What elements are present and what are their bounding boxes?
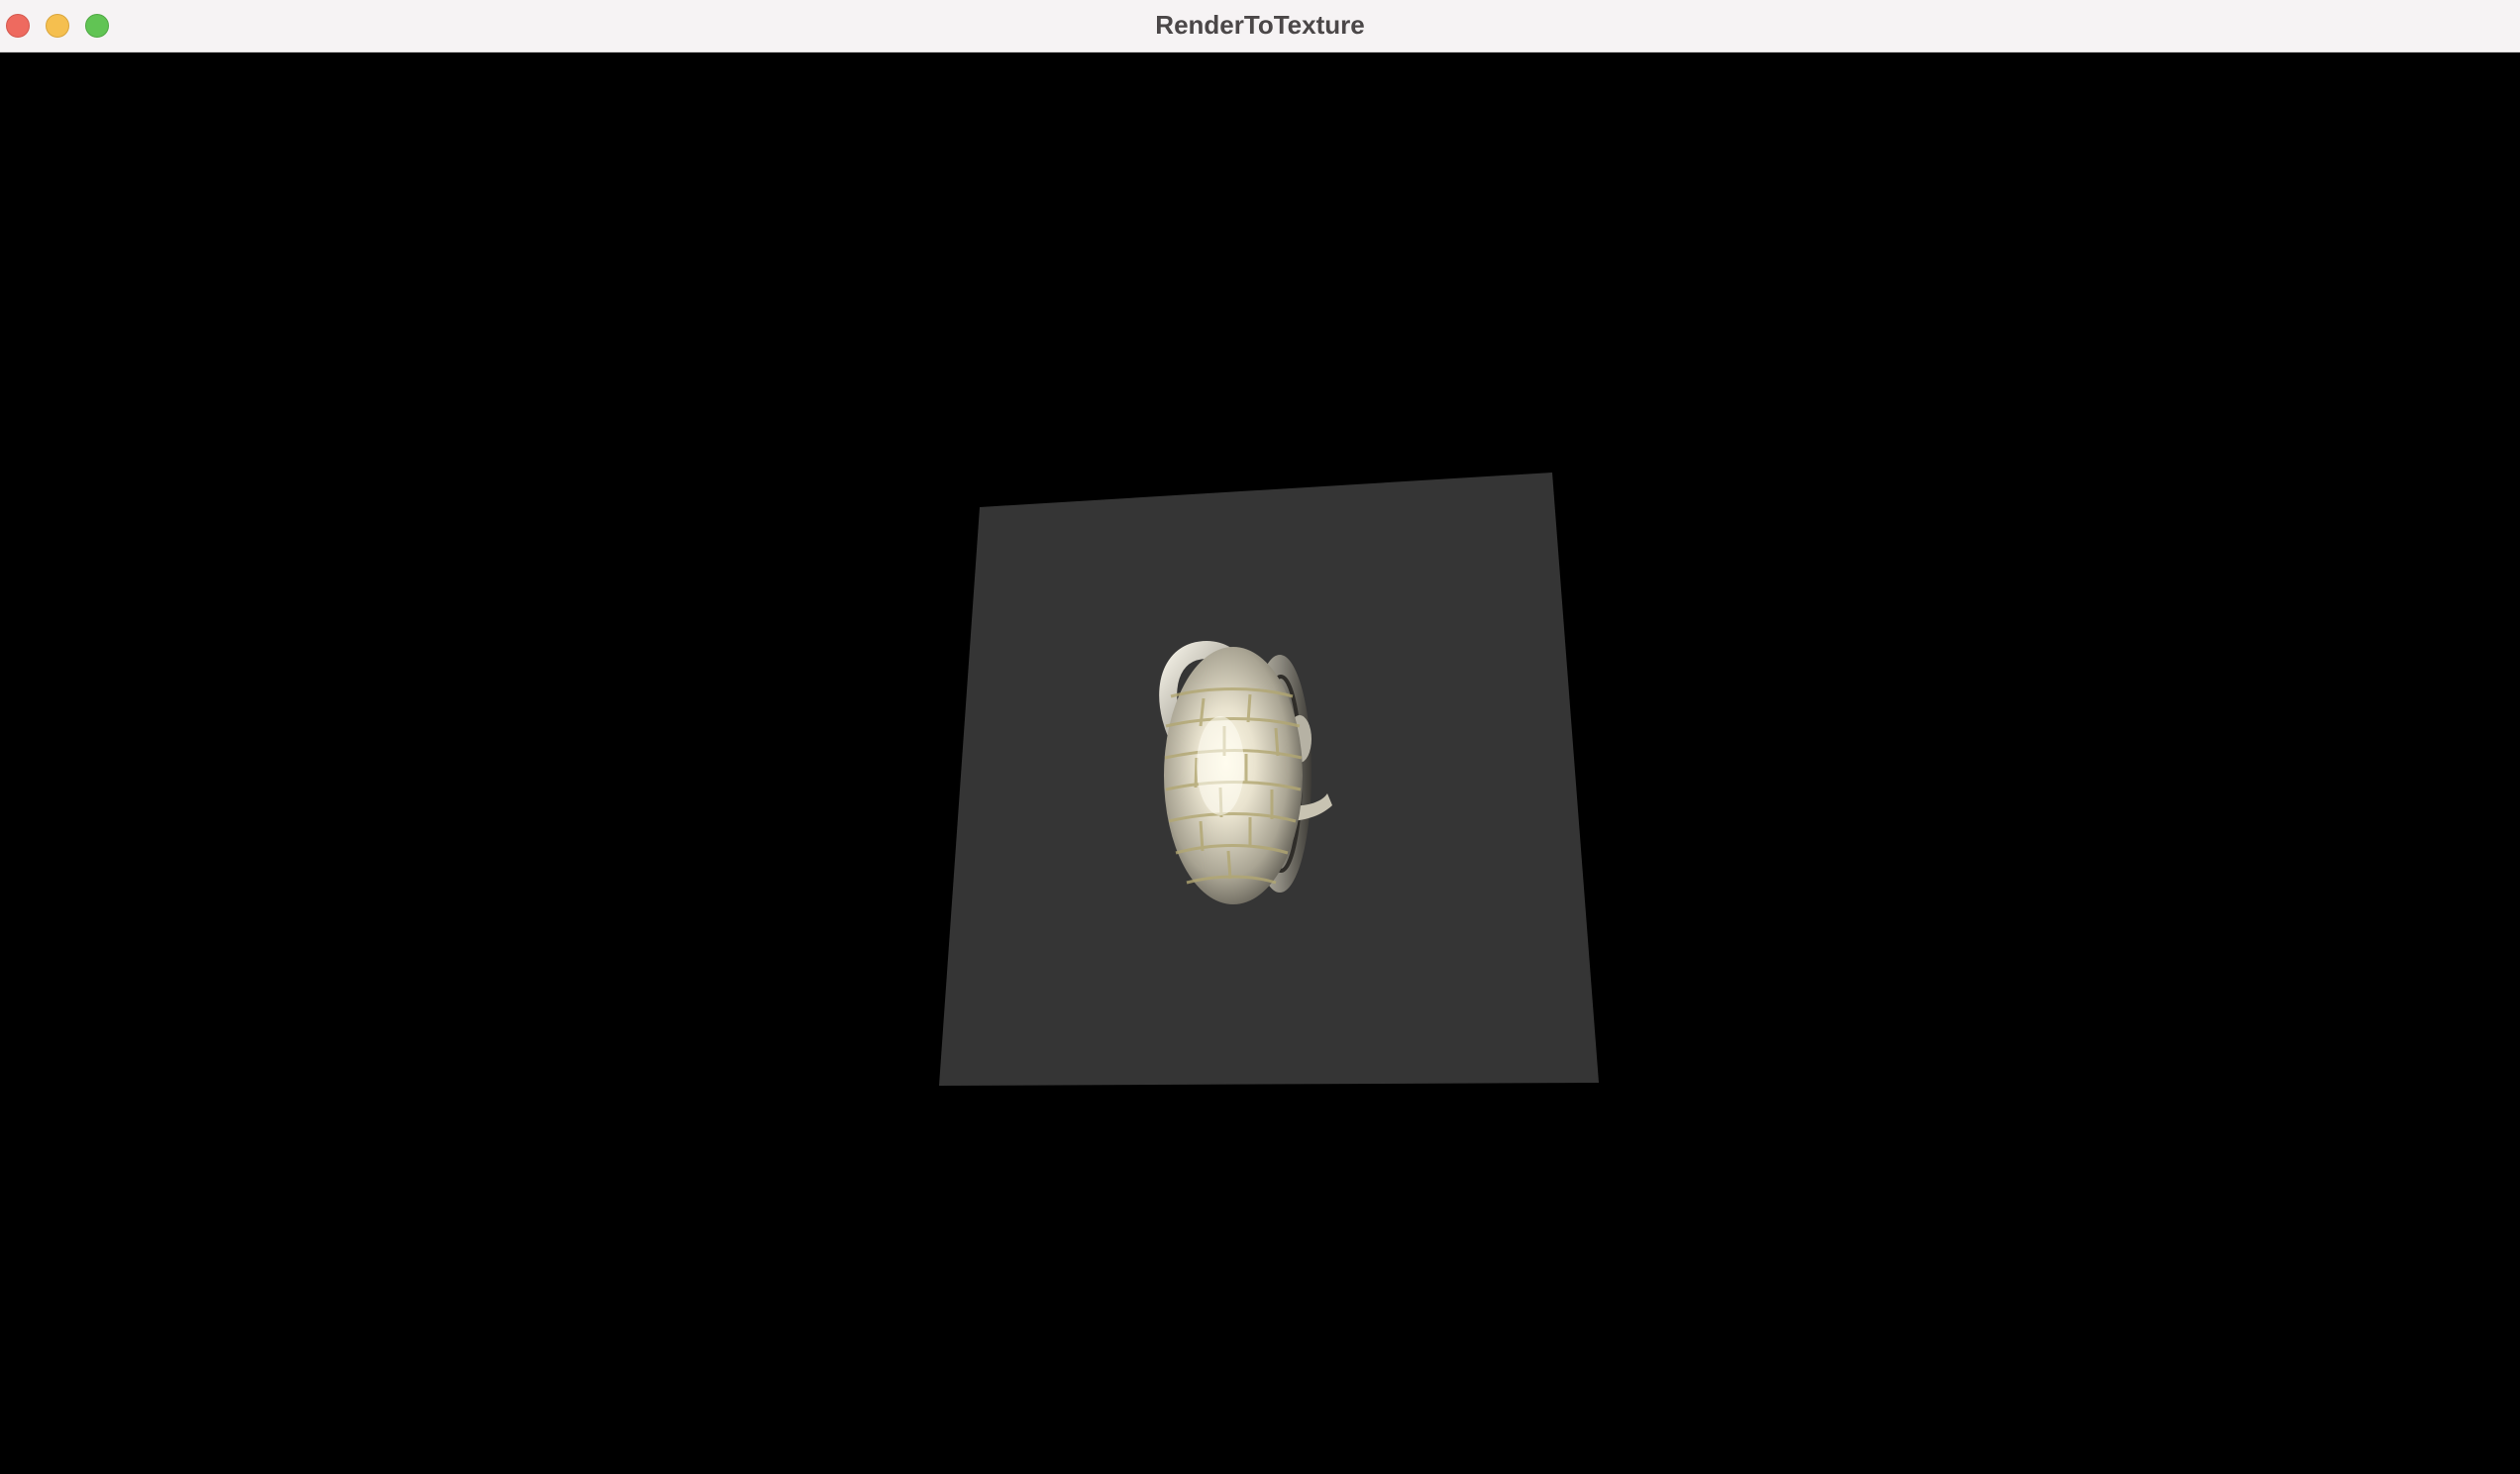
render-viewport[interactable] xyxy=(0,53,2520,1474)
window-title: RenderToTexture xyxy=(1155,10,1365,40)
app-window: RenderToTexture xyxy=(0,0,2520,1474)
title-bar[interactable]: RenderToTexture xyxy=(0,0,2520,53)
scene-canvas[interactable] xyxy=(0,53,2520,1474)
